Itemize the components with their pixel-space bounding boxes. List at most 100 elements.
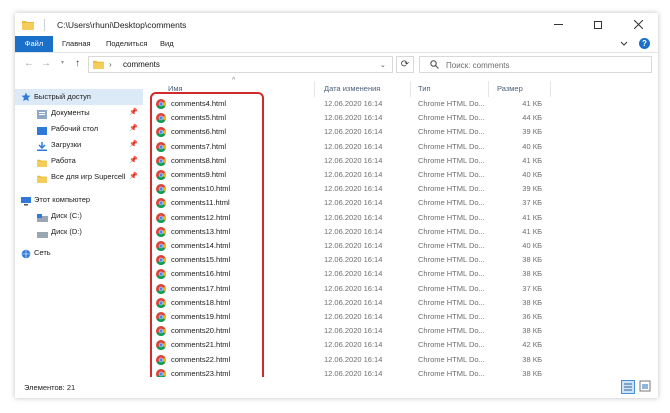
file-row[interactable]: comments6.html 12.06.2020 16:14 Chrome HTM… bbox=[150, 125, 550, 139]
maximize-button[interactable] bbox=[578, 13, 618, 36]
tab-share[interactable]: Поделиться bbox=[106, 36, 147, 52]
file-name[interactable]: comments17.html bbox=[171, 282, 230, 296]
file-row[interactable]: comments14.html 12.06.2020 16:14 Chrome HT… bbox=[150, 239, 550, 253]
file-row[interactable]: comments13.html 12.06.2020 16:14 Chrome HT… bbox=[150, 225, 550, 239]
refresh-button[interactable]: ⟳ bbox=[396, 56, 414, 73]
help-icon[interactable]: ? bbox=[639, 38, 650, 49]
file-name[interactable]: comments18.html bbox=[171, 296, 230, 310]
file-size: 38 КБ bbox=[522, 297, 542, 307]
sidebar-item-desktop[interactable]: Рабочий стол 📌 bbox=[15, 121, 143, 137]
title-separator bbox=[44, 19, 45, 31]
column-header-type[interactable]: Тип bbox=[418, 84, 431, 93]
file-row[interactable]: comments5.html 12.06.2020 16:14 Chrome HTM… bbox=[150, 111, 550, 125]
expand-ribbon-icon[interactable] bbox=[620, 40, 628, 49]
column-divider[interactable] bbox=[488, 81, 489, 97]
file-name[interactable]: comments9.html bbox=[171, 168, 226, 182]
file-name[interactable]: comments16.html bbox=[171, 267, 230, 281]
forward-button[interactable]: → bbox=[41, 58, 51, 69]
file-name[interactable]: comments4.html bbox=[171, 97, 226, 111]
file-row[interactable]: comments20.html 12.06.2020 16:14 Chrome HT… bbox=[150, 324, 550, 338]
sidebar-item-drive-d[interactable]: Диск (D:) bbox=[15, 224, 143, 240]
sidebar-item-work[interactable]: Работа 📌 bbox=[15, 153, 143, 169]
column-divider[interactable] bbox=[314, 81, 315, 97]
title-bar[interactable]: C:\Users\rhuni\Desktop\comments bbox=[15, 13, 658, 36]
file-name[interactable]: comments19.html bbox=[171, 310, 230, 324]
file-name[interactable]: comments7.html bbox=[171, 140, 226, 154]
sidebar-item-downloads[interactable]: Загрузки 📌 bbox=[15, 137, 143, 153]
pin-icon: 📌 bbox=[129, 157, 138, 164]
file-size: 41 КБ bbox=[522, 155, 542, 165]
search-input[interactable] bbox=[444, 58, 648, 73]
file-date: 12.06.2020 16:14 bbox=[324, 269, 383, 279]
file-name[interactable]: comments13.html bbox=[171, 225, 230, 239]
file-row[interactable]: comments12.html 12.06.2020 16:14 Chrome HT… bbox=[150, 211, 550, 225]
column-divider[interactable] bbox=[410, 81, 411, 97]
file-row[interactable]: comments19.html 12.06.2020 16:14 Chrome HT… bbox=[150, 310, 550, 324]
file-type: Chrome HTML Do... bbox=[418, 354, 485, 364]
file-row[interactable]: comments17.html 12.06.2020 16:14 Chrome HT… bbox=[150, 282, 550, 296]
file-row[interactable]: comments18.html 12.06.2020 16:14 Chrome HT… bbox=[150, 296, 550, 310]
file-row[interactable]: comments4.html 12.06.2020 16:14 Chrome HTM… bbox=[150, 97, 550, 111]
tab-file[interactable]: Файл bbox=[15, 36, 53, 52]
column-header-row: ^ Имя Дата изменения Тип Размер bbox=[150, 77, 658, 97]
file-date: 12.06.2020 16:14 bbox=[324, 170, 383, 179]
chrome-icon bbox=[156, 170, 166, 180]
column-header-size[interactable]: Размер bbox=[497, 84, 523, 93]
file-name[interactable]: comments12.html bbox=[171, 211, 230, 225]
file-size: 38 КБ bbox=[522, 269, 542, 279]
tab-home[interactable]: Главная bbox=[62, 36, 91, 52]
large-icons-view-button[interactable] bbox=[639, 380, 653, 394]
file-row[interactable]: comments9.html 12.06.2020 16:14 Chrome HTM… bbox=[150, 168, 550, 182]
file-row[interactable]: comments10.html 12.06.2020 16:14 Chrome HT… bbox=[150, 182, 550, 196]
chevron-down-icon[interactable]: ⌄ bbox=[380, 61, 386, 69]
up-button[interactable]: ↑ bbox=[75, 58, 80, 69]
file-row[interactable]: comments8.html 12.06.2020 16:14 Chrome HTM… bbox=[150, 154, 550, 168]
file-row[interactable]: comments11.html 12.06.2020 16:14 Chrome HT… bbox=[150, 196, 550, 210]
sidebar-item-documents[interactable]: Документы 📌 bbox=[15, 105, 143, 121]
address-path[interactable]: comments bbox=[123, 60, 160, 69]
folder-icon bbox=[93, 60, 104, 71]
file-name[interactable]: comments21.html bbox=[171, 338, 230, 352]
file-row[interactable]: comments16.html 12.06.2020 16:14 Chrome HT… bbox=[150, 267, 550, 281]
tab-view[interactable]: Вид bbox=[160, 36, 174, 52]
file-name[interactable]: comments6.html bbox=[171, 125, 226, 139]
recent-locations-icon[interactable]: ▾ bbox=[61, 59, 64, 66]
chrome-icon bbox=[156, 113, 166, 124]
search-box[interactable] bbox=[419, 56, 652, 73]
file-name[interactable]: comments5.html bbox=[171, 111, 226, 125]
sidebar-item-supercell[interactable]: Все для игр Supercell 📌 bbox=[15, 169, 143, 185]
drive-icon bbox=[37, 228, 48, 244]
file-name[interactable]: comments11.html bbox=[171, 196, 230, 210]
file-date: 12.06.2020 16:14 bbox=[324, 113, 383, 123]
file-type: Chrome HTML Do... bbox=[418, 212, 485, 222]
file-name[interactable]: comments8.html bbox=[171, 154, 226, 168]
column-header-name[interactable]: Имя bbox=[168, 84, 183, 93]
sidebar-item-quick-access[interactable]: Быстрый доступ bbox=[15, 89, 143, 105]
file-row[interactable]: comments15.html 12.06.2020 16:14 Chrome HT… bbox=[150, 253, 550, 267]
file-date: 12.06.2020 16:14 bbox=[324, 127, 383, 137]
minimize-button[interactable] bbox=[538, 13, 578, 36]
file-size: 44 КБ bbox=[522, 113, 542, 123]
close-button[interactable] bbox=[618, 13, 658, 36]
pin-icon: 📌 bbox=[129, 173, 138, 180]
chevron-right-icon[interactable]: › bbox=[109, 60, 112, 69]
file-name[interactable]: comments15.html bbox=[171, 253, 230, 267]
file-name[interactable]: comments22.html bbox=[171, 353, 230, 367]
column-divider[interactable] bbox=[550, 81, 551, 97]
sidebar-item-drive-c[interactable]: Диск (C:) bbox=[15, 208, 143, 224]
file-row[interactable]: comments21.html 12.06.2020 16:14 Chrome HT… bbox=[150, 338, 550, 352]
file-row[interactable]: comments22.html 12.06.2020 16:14 Chrome HT… bbox=[150, 353, 550, 367]
column-header-date[interactable]: Дата изменения bbox=[324, 84, 380, 93]
file-name[interactable]: comments20.html bbox=[171, 324, 230, 338]
file-size: 41 КБ bbox=[522, 226, 542, 236]
file-name[interactable]: comments10.html bbox=[171, 182, 230, 196]
details-view-button[interactable] bbox=[621, 380, 635, 394]
file-row[interactable]: comments7.html 12.06.2020 16:14 Chrome HTM… bbox=[150, 140, 550, 154]
sidebar-item-network[interactable]: Сеть bbox=[15, 245, 143, 261]
file-name[interactable]: comments14.html bbox=[171, 239, 230, 253]
file-type: Chrome HTML Do... bbox=[418, 155, 485, 165]
sidebar-item-this-pc[interactable]: Этот компьютер bbox=[15, 192, 143, 208]
back-button[interactable]: ← bbox=[24, 58, 34, 69]
address-bar[interactable]: › comments ⌄ bbox=[88, 56, 393, 73]
pin-icon: 📌 bbox=[129, 109, 138, 116]
